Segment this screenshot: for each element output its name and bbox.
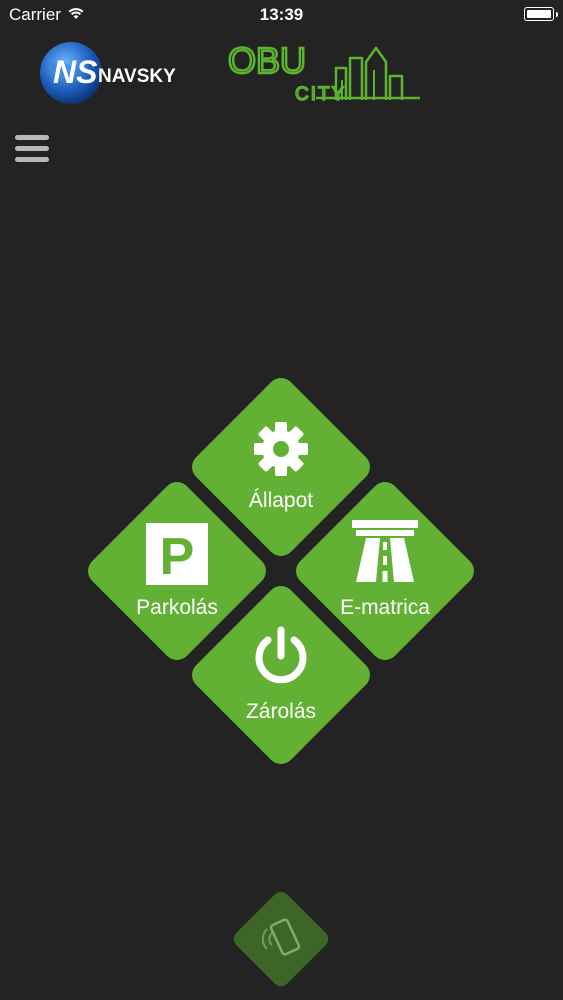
menu-button[interactable] [15, 135, 49, 163]
clock: 13:39 [259, 5, 304, 24]
obu-city-logo: OBU CITY [228, 40, 420, 106]
svg-text:NAVSKY: NAVSKY [98, 66, 176, 87]
gear-icon [254, 422, 308, 476]
zarolas-label: Zárolás [245, 700, 317, 723]
zarolas-tile[interactable]: Zárolás [186, 580, 376, 770]
highway-icon [352, 520, 418, 582]
power-icon [255, 626, 307, 684]
phone-nfc-icon [261, 918, 301, 956]
parking-icon: P [146, 523, 208, 585]
status-bar: Carrier 13:39 [0, 0, 563, 30]
svg-text:OBU: OBU [228, 40, 306, 81]
svg-text:NS: NS [53, 54, 98, 90]
svg-text:CITY: CITY [295, 84, 346, 105]
navsky-logo: NS NAVSKY [40, 42, 176, 104]
battery-icon [524, 7, 558, 21]
nfc-button[interactable] [230, 888, 332, 990]
svg-text:P: P [160, 528, 195, 585]
